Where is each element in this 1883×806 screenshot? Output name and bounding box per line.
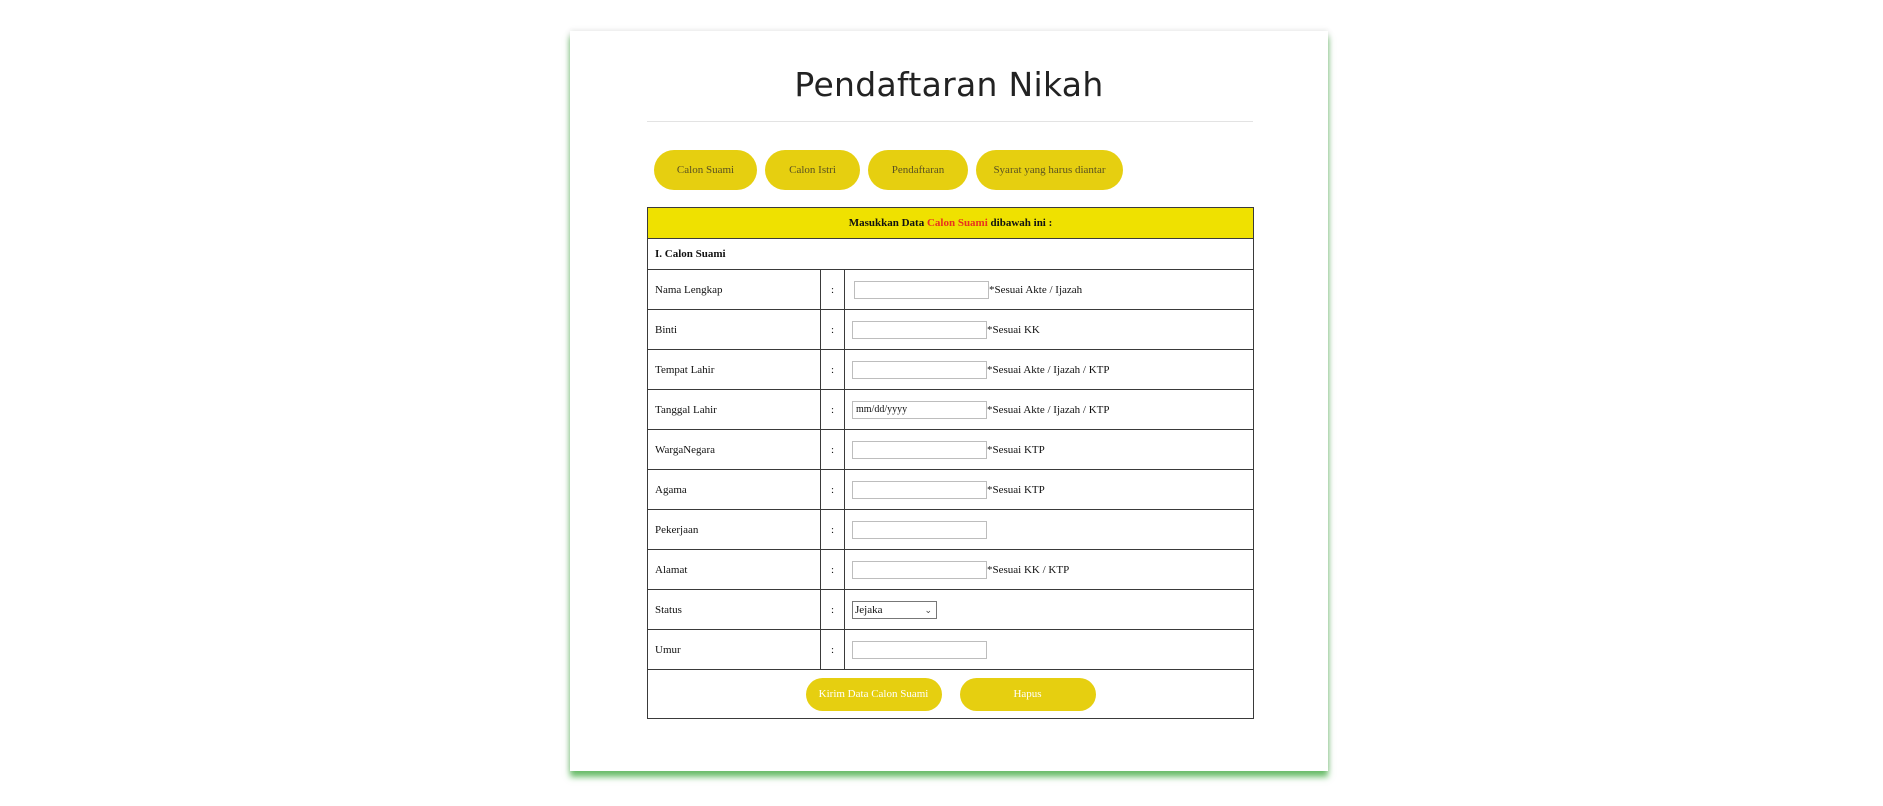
binti-input[interactable] <box>852 320 987 339</box>
status-cell: Jejaka ⌄ <box>844 589 1254 630</box>
tempat-lahir-input[interactable] <box>852 360 987 379</box>
form-row-pekerjaan: Pekerjaan : <box>647 509 1254 550</box>
alamat-cell: *Sesuai KK / KTP <box>844 549 1254 590</box>
form-row-agama: Agama : *Sesuai KTP <box>647 469 1254 510</box>
nav-calon-istri-button[interactable]: Calon Istri <box>765 150 860 190</box>
colon: : <box>820 469 845 510</box>
binti-cell: *Sesuai KK <box>844 309 1254 350</box>
tanggal-lahir-note: *Sesuai Akte / Ijazah / KTP <box>987 403 1110 416</box>
page-title: Pendaftaran Nikah <box>794 65 1104 104</box>
binti-label: Binti <box>647 309 821 350</box>
form-row-umur: Umur : <box>647 629 1254 670</box>
pekerjaan-cell <box>844 509 1254 550</box>
colon: : <box>820 549 845 590</box>
nav-calon-suami-button[interactable]: Calon Suami <box>654 150 757 190</box>
form-header-suffix: dibawah ini : <box>987 217 1053 229</box>
status-selected-value: Jejaka <box>855 603 883 616</box>
form-row-alamat: Alamat : *Sesuai KK / KTP <box>647 549 1254 590</box>
agama-input[interactable] <box>852 480 987 499</box>
form-row-tempat-lahir: Tempat Lahir : *Sesuai Akte / Ijazah / K… <box>647 349 1254 390</box>
alamat-label: Alamat <box>647 549 821 590</box>
status-label: Status <box>647 589 821 630</box>
colon: : <box>820 429 845 470</box>
section-title: I. Calon Suami <box>647 238 1254 270</box>
nav-pendaftaran-button[interactable]: Pendaftaran <box>868 150 968 190</box>
umur-input[interactable] <box>852 640 987 659</box>
form-row-nama-lengkap: Nama Lengkap : *Sesuai Akte / Ijazah <box>647 269 1254 310</box>
tanggal-lahir-label: Tanggal Lahir <box>647 389 821 430</box>
colon: : <box>820 509 845 550</box>
tempat-lahir-note: *Sesuai Akte / Ijazah / KTP <box>987 363 1110 376</box>
title-divider <box>647 121 1253 122</box>
nav-bar: Calon Suami Calon Istri Pendaftaran Syar… <box>570 150 1328 190</box>
colon: : <box>820 309 845 350</box>
colon: : <box>820 349 845 390</box>
alamat-input[interactable] <box>852 560 987 579</box>
pekerjaan-input[interactable] <box>852 520 987 539</box>
umur-label: Umur <box>647 629 821 670</box>
pekerjaan-label: Pekerjaan <box>647 509 821 550</box>
warganegara-input[interactable] <box>852 440 987 459</box>
warganegara-note: *Sesuai KTP <box>987 443 1045 456</box>
tempat-lahir-cell: *Sesuai Akte / Ijazah / KTP <box>844 349 1254 390</box>
binti-note: *Sesuai KK <box>987 323 1040 336</box>
umur-cell <box>844 629 1254 670</box>
colon: : <box>820 589 845 630</box>
form-row-warganegara: WargaNegara : *Sesuai KTP <box>647 429 1254 470</box>
reset-button[interactable]: Hapus <box>959 677 1096 711</box>
alamat-note: *Sesuai KK / KTP <box>987 563 1070 576</box>
nav-syarat-button[interactable]: Syarat yang harus diantar <box>976 150 1123 190</box>
submit-button[interactable]: Kirim Data Calon Suami <box>805 677 942 711</box>
actions-cell: Kirim Data Calon Suami Hapus <box>647 669 1254 719</box>
colon: : <box>820 269 845 310</box>
agama-cell: *Sesuai KTP <box>844 469 1254 510</box>
registration-card: Pendaftaran Nikah Calon Suami Calon Istr… <box>570 31 1328 771</box>
agama-label: Agama <box>647 469 821 510</box>
tanggal-lahir-cell: *Sesuai Akte / Ijazah / KTP <box>844 389 1254 430</box>
tempat-lahir-label: Tempat Lahir <box>647 349 821 390</box>
warganegara-cell: *Sesuai KTP <box>844 429 1254 470</box>
tanggal-lahir-date-input[interactable] <box>852 400 987 419</box>
form-header-highlight: Calon Suami <box>926 217 988 229</box>
status-select[interactable]: Jejaka ⌄ <box>852 600 937 619</box>
form-row-status: Status : Jejaka ⌄ <box>647 589 1254 630</box>
form-header-row: Masukkan Data Calon Suami dibawah ini : <box>647 207 1254 239</box>
colon: : <box>820 389 845 430</box>
actions-row: Kirim Data Calon Suami Hapus <box>647 669 1254 719</box>
form-header-prefix: Masukkan Data <box>848 217 927 229</box>
agama-note: *Sesuai KTP <box>987 483 1045 496</box>
form-row-binti: Binti : *Sesuai KK <box>647 309 1254 350</box>
warganegara-label: WargaNegara <box>647 429 821 470</box>
form-row-tanggal-lahir: Tanggal Lahir : *Sesuai Akte / Ijazah / … <box>647 389 1254 430</box>
registration-form: Masukkan Data Calon Suami dibawah ini : … <box>647 207 1254 719</box>
form-header: Masukkan Data Calon Suami dibawah ini : <box>647 207 1254 239</box>
section-row: I. Calon Suami <box>647 238 1254 270</box>
chevron-down-icon: ⌄ <box>924 604 932 615</box>
nama-lengkap-input[interactable] <box>854 280 989 299</box>
nama-lengkap-cell: *Sesuai Akte / Ijazah <box>844 269 1254 310</box>
nama-lengkap-label: Nama Lengkap <box>647 269 821 310</box>
colon: : <box>820 629 845 670</box>
nama-lengkap-note: *Sesuai Akte / Ijazah <box>989 283 1083 296</box>
